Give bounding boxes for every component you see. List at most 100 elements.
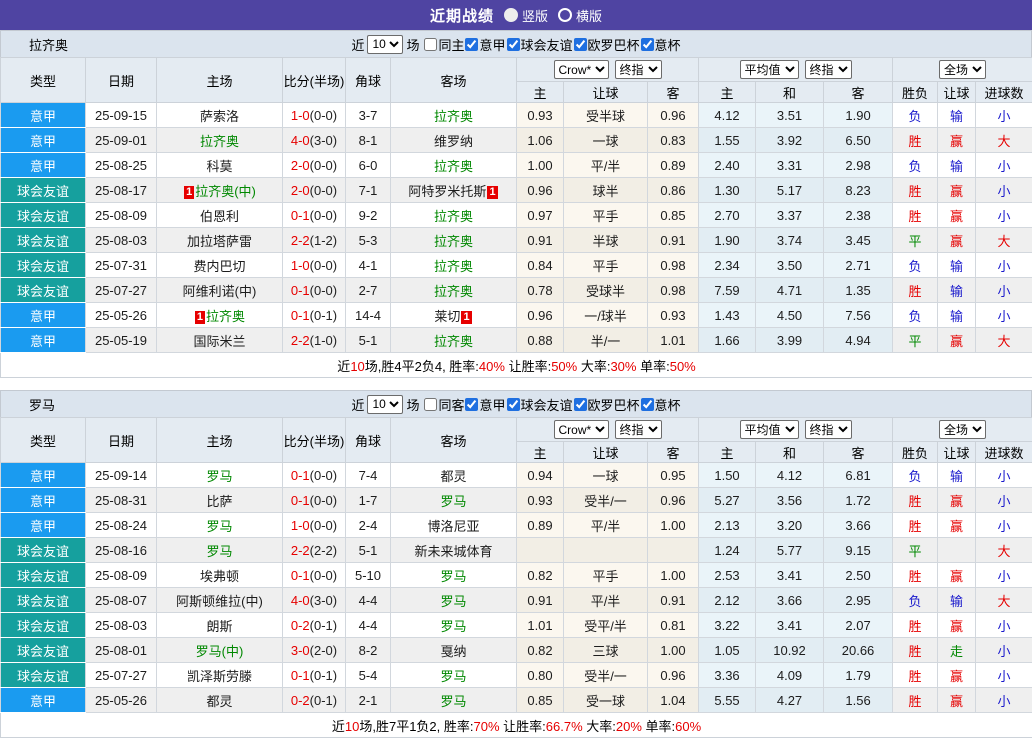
radio-horizontal[interactable]: 横版 [558, 6, 602, 25]
full-time-score[interactable]: 4-0 [291, 593, 310, 608]
result-goals: 小 [976, 663, 1032, 688]
odds-company-select[interactable]: Crow* [554, 420, 609, 439]
away-team[interactable]: 罗马 [440, 569, 466, 584]
away-team[interactable]: 拉齐奥 [434, 209, 473, 224]
scope-select[interactable]: 全场 [939, 60, 986, 79]
odds-company-select[interactable]: Crow* [554, 60, 609, 79]
type-badge: 球会友谊 [1, 638, 86, 663]
away-team[interactable]: 阿特罗米托斯 [408, 184, 486, 199]
away-team[interactable]: 拉齐奥 [434, 284, 473, 299]
league-filter-0-input[interactable] [465, 38, 478, 51]
away-team[interactable]: 新未来城体育 [414, 544, 492, 559]
avg-stage-select[interactable]: 终指 [805, 420, 852, 439]
full-time-score[interactable]: 2-0 [291, 183, 310, 198]
home-team[interactable]: 伯恩利 [200, 209, 239, 224]
away-team[interactable]: 罗马 [440, 669, 466, 684]
home-team[interactable]: 加拉塔萨雷 [187, 234, 252, 249]
full-time-score[interactable]: 0-1 [291, 208, 310, 223]
same-venue-checkbox[interactable]: 同客 [419, 395, 464, 414]
away-team[interactable]: 莱切 [434, 309, 460, 324]
home-team[interactable]: 罗马 [206, 469, 232, 484]
avg-type-select[interactable]: 平均值 [740, 60, 799, 79]
full-time-score[interactable]: 2-2 [291, 543, 310, 558]
league-filter-0-input[interactable] [465, 398, 478, 411]
avg-home: 1.05 [699, 638, 756, 663]
same-venue-checkbox[interactable]: 同主 [419, 35, 464, 54]
home-team[interactable]: 拉齐奥 [200, 134, 239, 149]
full-time-score[interactable]: 1-0 [291, 108, 310, 123]
match-row: 意甲25-09-14罗马0-1(0-0)7-4都灵0.94一球0.951.504… [1, 463, 1032, 488]
full-time-score[interactable]: 0-2 [291, 618, 310, 633]
full-time-score[interactable]: 0-1 [291, 668, 310, 683]
league-filter-1[interactable]: 球会友谊 [506, 35, 573, 54]
home-team[interactable]: 罗马 [206, 544, 232, 559]
full-time-score[interactable]: 1-0 [291, 258, 310, 273]
home-team[interactable]: 科莫 [206, 159, 232, 174]
league-filter-3[interactable]: 意杯 [640, 35, 681, 54]
away-team[interactable]: 拉齐奥 [434, 159, 473, 174]
same-venue-checkbox-input[interactable] [424, 398, 437, 411]
away-team[interactable]: 都灵 [440, 469, 466, 484]
full-time-score[interactable]: 0-1 [291, 308, 310, 323]
away-team[interactable]: 戛纳 [440, 644, 466, 659]
league-filter-0[interactable]: 意甲 [464, 35, 505, 54]
away-team[interactable]: 维罗纳 [434, 134, 473, 149]
away-team[interactable]: 拉齐奥 [434, 109, 473, 124]
league-filter-2-input[interactable] [574, 398, 587, 411]
column-header-0: 类型 [1, 58, 86, 103]
home-team[interactable]: 朗斯 [206, 619, 232, 634]
full-time-score[interactable]: 0-2 [291, 693, 310, 708]
home-team[interactable]: 阿维利诺(中) [183, 284, 257, 299]
away-team[interactable]: 拉齐奥 [434, 234, 473, 249]
home-team[interactable]: 都灵 [206, 694, 232, 709]
home-team[interactable]: 拉齐奥(中) [195, 184, 256, 199]
league-filter-3[interactable]: 意杯 [640, 395, 681, 414]
full-time-score[interactable]: 0-1 [291, 568, 310, 583]
home-team[interactable]: 埃弗顿 [200, 569, 239, 584]
league-filter-2[interactable]: 欧罗巴杯 [573, 35, 640, 54]
home-team[interactable]: 费内巴切 [193, 259, 245, 274]
league-filter-1[interactable]: 球会友谊 [506, 395, 573, 414]
home-team[interactable]: 罗马 [206, 519, 232, 534]
home-team[interactable]: 拉齐奥 [206, 309, 245, 324]
scope-select[interactable]: 全场 [939, 420, 986, 439]
league-filter-1-input[interactable] [507, 398, 520, 411]
away-team[interactable]: 罗马 [440, 694, 466, 709]
full-time-score[interactable]: 3-0 [291, 643, 310, 658]
full-time-score[interactable]: 2-2 [291, 233, 310, 248]
same-venue-checkbox-input[interactable] [424, 38, 437, 51]
full-time-score[interactable]: 2-2 [291, 333, 310, 348]
league-filter-2-input[interactable] [574, 38, 587, 51]
home-team[interactable]: 凯泽斯劳滕 [187, 669, 252, 684]
full-time-score[interactable]: 0-1 [291, 468, 310, 483]
league-filter-3-input[interactable] [641, 38, 654, 51]
full-time-score[interactable]: 0-1 [291, 283, 310, 298]
home-team[interactable]: 阿斯顿维拉(中) [176, 594, 263, 609]
away-team[interactable]: 罗马 [440, 494, 466, 509]
league-filter-0[interactable]: 意甲 [464, 395, 505, 414]
home-team[interactable]: 萨索洛 [200, 109, 239, 124]
away-team[interactable]: 博洛尼亚 [427, 519, 479, 534]
away-team[interactable]: 拉齐奥 [434, 259, 473, 274]
away-team[interactable]: 拉齐奥 [434, 334, 473, 349]
home-team[interactable]: 罗马(中) [196, 644, 244, 659]
home-team[interactable]: 国际米兰 [193, 334, 245, 349]
match-count-select[interactable]: 10 [367, 395, 403, 414]
summary-segment: 大率: [577, 359, 610, 374]
league-filter-3-input[interactable] [641, 398, 654, 411]
radio-vertical[interactable]: 竖版 [504, 6, 548, 25]
odds-stage-select[interactable]: 终指 [615, 60, 662, 79]
away-team[interactable]: 罗马 [440, 594, 466, 609]
home-team[interactable]: 比萨 [206, 494, 232, 509]
full-time-score[interactable]: 4-0 [291, 133, 310, 148]
odds-stage-select[interactable]: 终指 [615, 420, 662, 439]
avg-type-select[interactable]: 平均值 [740, 420, 799, 439]
full-time-score[interactable]: 2-0 [291, 158, 310, 173]
league-filter-1-input[interactable] [507, 38, 520, 51]
league-filter-2[interactable]: 欧罗巴杯 [573, 395, 640, 414]
avg-stage-select[interactable]: 终指 [805, 60, 852, 79]
match-count-select[interactable]: 10 [367, 35, 403, 54]
full-time-score[interactable]: 1-0 [291, 518, 310, 533]
full-time-score[interactable]: 0-1 [291, 493, 310, 508]
away-team[interactable]: 罗马 [440, 619, 466, 634]
